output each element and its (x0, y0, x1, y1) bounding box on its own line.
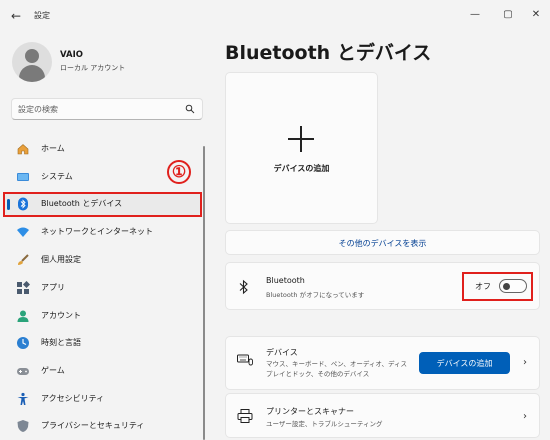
app-title: 設定 (34, 11, 50, 20)
sidebar-item-label: プライバシーとセキュリティ (41, 421, 145, 430)
avatar[interactable] (12, 42, 52, 82)
keyboard-mouse-icon (237, 354, 253, 366)
avatar-head (25, 49, 39, 63)
sidebar-item-home[interactable]: ホーム (5, 137, 200, 161)
sidebar-item-label: 時刻と言語 (41, 338, 81, 347)
printers-scanners-row[interactable]: プリンターとスキャナー ユーザー設定、トラブルシューティング › (225, 393, 540, 438)
page-title: Bluetooth とデバイス (225, 42, 432, 64)
toggle-knob (503, 282, 510, 290)
sidebar-item-accounts[interactable]: アカウント (5, 304, 200, 328)
sidebar-item-gaming[interactable]: ゲーム (5, 359, 200, 383)
sidebar-item-label: アカウント (41, 311, 81, 320)
callout-one: ① (167, 160, 191, 184)
sidebar-scrollbar[interactable] (203, 146, 205, 440)
devices-description-line2: プレイとドック、その他のデバイス (266, 370, 370, 378)
user-name: VAIO (60, 50, 83, 60)
apps-icon (17, 281, 30, 294)
chevron-right-icon: › (523, 411, 527, 422)
wifi-icon (17, 227, 29, 237)
printers-title: プリンターとスキャナー (266, 407, 354, 416)
accessibility-icon (17, 392, 29, 405)
sidebar-item-label: ホーム (41, 144, 65, 153)
sidebar-item-time-language[interactable]: 時刻と言語 (5, 331, 200, 355)
search-input[interactable] (18, 102, 178, 116)
sidebar-item-label: 個人用設定 (41, 255, 81, 264)
sidebar-item-apps[interactable]: アプリ (5, 276, 200, 300)
avatar-body (19, 65, 45, 82)
devices-description-line1: マウス、キーボード、ペン、オーディオ、ディス (266, 360, 408, 368)
bluetooth-toggle[interactable] (499, 279, 527, 293)
printer-icon (237, 409, 253, 423)
shield-icon (17, 420, 29, 432)
account-icon (17, 310, 29, 322)
sidebar-item-accessibility[interactable]: アクセシビリティ (5, 387, 200, 411)
search-box[interactable] (11, 98, 203, 120)
bluetooth-title: Bluetooth (266, 276, 305, 285)
brush-icon (18, 254, 29, 265)
minimize-icon[interactable]: — (464, 5, 486, 25)
gamepad-icon (17, 368, 29, 375)
close-icon[interactable]: ✕ (525, 5, 547, 25)
sidebar-item-network[interactable]: ネットワークとインターネット (5, 220, 200, 244)
devices-row[interactable]: デバイス マウス、キーボード、ペン、オーディオ、ディス プレイとドック、その他の… (225, 336, 540, 390)
printers-description: ユーザー設定、トラブルシューティング (266, 420, 383, 428)
title-bar: ← 設定 — ▢ ✕ (0, 0, 550, 32)
annotation-highlight-bluetooth-nav (3, 192, 202, 217)
sidebar-item-personalization[interactable]: 個人用設定 (5, 248, 200, 272)
add-device-button[interactable]: デバイスの追加 (419, 352, 510, 374)
search-icon[interactable] (185, 104, 195, 114)
devices-title: デバイス (266, 348, 298, 357)
show-more-devices-link[interactable]: その他のデバイスを表示 (225, 230, 540, 255)
back-arrow-icon[interactable]: ← (8, 8, 24, 24)
bluetooth-status: Bluetooth がオフになっています (266, 291, 365, 299)
system-display-icon (17, 173, 29, 181)
home-icon (17, 144, 29, 155)
sidebar-item-privacy-security[interactable]: プライバシーとセキュリティ (5, 414, 200, 438)
time-language-icon (17, 337, 29, 349)
maximize-icon[interactable]: ▢ (497, 5, 519, 25)
sidebar-item-label: システム (41, 172, 73, 181)
sidebar-item-label: ネットワークとインターネット (41, 227, 153, 236)
account-type: ローカル アカウント (60, 64, 126, 72)
chevron-right-icon: › (523, 357, 527, 368)
sidebar-item-label: アクセシビリティ (41, 394, 105, 403)
sidebar-item-label: アプリ (41, 283, 65, 292)
add-device-tile-label: デバイスの追加 (273, 164, 330, 173)
plus-icon-vertical (300, 126, 302, 152)
show-more-label: その他のデバイスを表示 (338, 239, 427, 248)
add-device-tile[interactable]: デバイスの追加 (225, 72, 378, 224)
sidebar-item-label: ゲーム (41, 366, 65, 375)
toggle-state-label: オフ (475, 282, 491, 291)
bluetooth-icon (239, 279, 248, 295)
